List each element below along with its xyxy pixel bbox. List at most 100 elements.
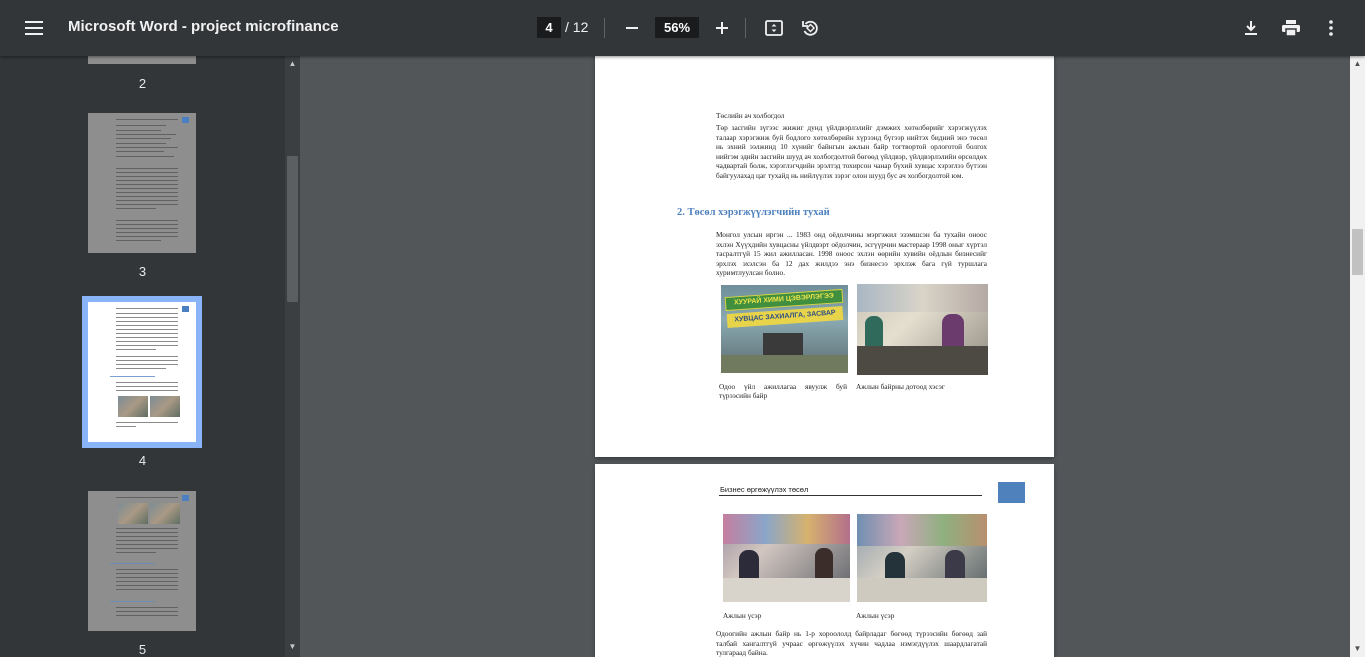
zoom-in-button[interactable] [704,10,740,46]
document-scrollbar[interactable] [1350,56,1365,657]
worker-figure [865,316,883,350]
thumbnail-line [116,240,161,241]
page4-photo-storefront: ХУУРАЙ ХИМИ ЦЭВЭРЛЭГЭЭ ХУВЦАС ЗАХИАЛГА, … [721,285,848,373]
thumbnail-label-3: 3 [138,264,147,279]
thumbnail-line [116,321,178,322]
thumbnail-line [116,577,178,578]
page5-header-title: Бизнес өргөжүүлэх төсөл [720,485,809,494]
sidebar-scroll-up-arrow[interactable]: ▲ [286,58,299,70]
thumbnail-line [116,125,166,126]
thumbnail-photo [118,396,148,417]
page5-header-rule [719,495,982,496]
thumbnail-line [116,130,161,131]
thumbnail-line [116,569,178,570]
thumbnail-photo [118,503,148,524]
document-page-4: Төслийн ач холбогдол Төр засгийн зүгээс … [595,56,1054,457]
thumbnail-line [116,224,178,225]
thumbnail-photo [150,503,180,524]
thumbnail-line [116,308,178,309]
thumbnail-line [116,168,178,169]
workshop-wall [857,284,988,312]
thumbnail-line [116,345,178,346]
thumbnail-line [116,356,178,357]
page-thumbnail-3[interactable] [88,113,196,253]
sewing-table [723,578,850,602]
document-scroll-down-arrow[interactable]: ▼ [1351,643,1364,655]
download-button[interactable] [1233,10,1269,46]
more-vertical-icon [1329,20,1333,36]
thumbnail-line [116,607,178,608]
more-options-button[interactable] [1313,10,1349,46]
thumbnail-line [116,147,178,148]
sidebar-scrollbar[interactable] [285,56,300,657]
document-page-5: Бизнес өргөжүүлэх төсөл Ажлын үсэр Ажлын… [595,464,1054,657]
thumbnail-line [116,208,156,209]
thumbnail-line [116,544,178,545]
thumbnail-header-square [182,117,189,123]
thumbnail-line [116,143,166,144]
thumbnail-line [116,200,178,201]
thumbnail-line [116,422,178,423]
hamburger-menu-icon [25,21,43,35]
sidebar-scrollbar-thumb[interactable] [287,156,298,302]
page-thumbnail-5[interactable] [88,491,196,631]
thumbnail-line [116,337,178,338]
fabric-rolls [723,514,850,544]
thumbnail-line [116,540,178,541]
page5-header-square [998,482,1025,503]
thumbnail-line [116,317,178,318]
thumbnail-line [116,497,178,498]
workshop-table [857,346,988,375]
thumbnail-line [116,360,178,361]
thumbnail-line [116,573,178,574]
thumbnail-heading-line [110,563,155,564]
minus-icon [626,27,638,29]
thumbnail-line [116,528,178,529]
page-thumbnail-2[interactable] [88,56,196,64]
thumbnail-sidebar: 2 3 4 5 [0,56,285,657]
thumbnail-line [116,532,178,533]
plus-icon [716,22,728,34]
menu-button[interactable] [16,10,52,46]
thumbnail-line [116,611,178,612]
thumbnail-header-square [182,495,189,501]
toolbar-divider [604,18,605,38]
thumbnail-label-2: 2 [138,76,147,91]
thumbnail-line [116,119,178,120]
thumbnail-line [116,204,178,205]
zoom-input[interactable]: 56% [655,17,699,38]
document-scrollbar-thumb[interactable] [1352,229,1363,275]
zoom-out-button[interactable] [614,10,650,46]
printer-icon [1282,20,1300,36]
thumbnail-line [116,548,178,549]
thumbnail-line [116,151,164,152]
page4-caption-1: Одоо үйл ажиллагаа явуулж буй түрээсийн … [719,382,847,400]
thumbnail-line [116,176,178,177]
fit-to-page-button[interactable] [756,10,792,46]
thumbnail-line [116,236,178,237]
thumbnail-line [116,341,178,342]
page-thumbnail-4[interactable] [82,296,202,448]
page-number-input[interactable]: 4 [537,17,561,38]
thumbnail-line [116,390,178,391]
document-scroll-up-arrow[interactable]: ▲ [1351,58,1364,70]
page5-caption-1: Ажлын үсэр [723,611,762,620]
page4-caption-2: Ажлын байрны дотоод хэсэг [856,382,945,391]
thumbnail-heading-line [110,376,155,377]
fabric-rolls [857,514,987,546]
sidebar-scroll-down-arrow[interactable]: ▼ [286,641,299,653]
page-total: / 12 [565,19,589,35]
thumbnail-line [116,232,178,233]
thumbnail-line [116,220,178,221]
thumbnail-line [116,156,174,157]
rotate-button[interactable] [792,10,828,46]
thumbnail-label-5: 5 [138,642,147,657]
page4-paragraph-2: Монгол улсын иргэн ... 1983 онд оёдолчин… [716,230,987,277]
thumbnail-line [116,585,178,586]
thumbnail-line [116,184,178,185]
print-button[interactable] [1273,10,1309,46]
page4-paragraph-1: Төр засгийн зүгээс жижиг дунд үйлдвэрлэл… [716,123,987,180]
toolbar-divider [745,18,746,38]
thumbnail-line [116,386,178,387]
thumbnail-line [116,615,178,616]
